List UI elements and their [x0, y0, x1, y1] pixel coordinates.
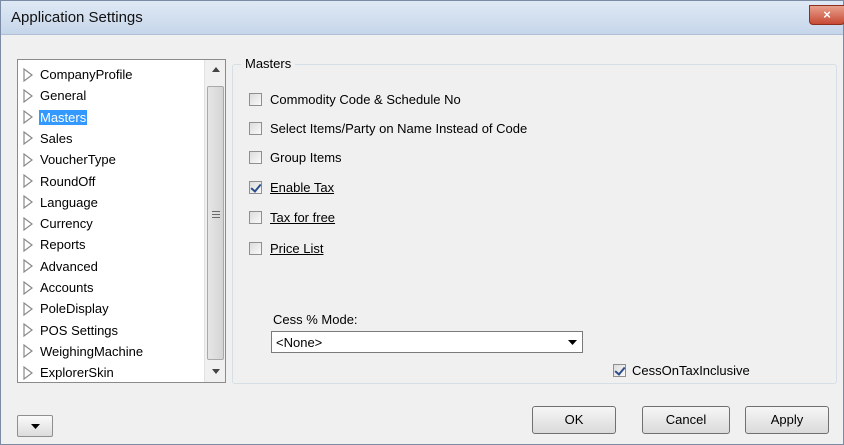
chevron-down-icon[interactable]: [562, 332, 582, 352]
group-items-option[interactable]: Group Items: [249, 150, 342, 165]
tree-item-label: Reports: [40, 237, 86, 253]
cancel-button[interactable]: Cancel: [642, 406, 730, 434]
expand-arrow-icon[interactable]: [22, 152, 34, 167]
expand-arrow-icon[interactable]: [22, 174, 34, 188]
tax-for-free-option[interactable]: Tax for free: [249, 210, 335, 225]
expand-arrow-icon[interactable]: [22, 195, 34, 210]
select-items-label: Select Items/Party on Name Instead of Co…: [270, 121, 528, 136]
expand-arrow-icon[interactable]: [22, 110, 34, 125]
cess-on-tax-inclusive-checkbox[interactable]: [613, 364, 626, 377]
scroll-up-arrow-icon: [211, 67, 220, 72]
tree-item-companyprofile[interactable]: CompanyProfile: [22, 64, 134, 85]
commodity-code-option[interactable]: Commodity Code & Schedule No: [249, 92, 461, 107]
expand-arrow-icon[interactable]: [22, 259, 34, 274]
enable-tax-checkbox[interactable]: [249, 181, 262, 194]
tree-item-masters[interactable]: Masters: [22, 107, 88, 128]
scroll-up-button[interactable]: [205, 60, 225, 80]
tree-item-label: Language: [40, 194, 98, 210]
tree-item-sales[interactable]: Sales: [22, 128, 74, 149]
expand-arrow-icon[interactable]: [22, 216, 34, 231]
tree-item-currency[interactable]: Currency: [22, 213, 94, 234]
scroll-down-button[interactable]: [205, 362, 225, 382]
expand-arrow-icon[interactable]: [22, 131, 34, 146]
title-bar[interactable]: Application Settings ×: [1, 1, 844, 35]
group-title: Masters: [241, 56, 296, 71]
tree-item-label: Masters: [39, 109, 88, 125]
tree-item-label: VoucherType: [40, 152, 116, 168]
triangle-down-icon: [30, 423, 40, 429]
tree-scrollbar[interactable]: [204, 60, 225, 382]
cess-on-tax-inclusive-option[interactable]: CessOnTaxInclusive: [613, 363, 750, 378]
tree-item-label: Sales: [40, 130, 73, 146]
select-items-checkbox[interactable]: [249, 122, 262, 135]
tree-item-label: CompanyProfile: [40, 67, 133, 82]
cess-on-tax-inclusive-label: CessOnTaxInclusive: [632, 363, 750, 378]
tree-item-label: WeighingMachine: [40, 343, 144, 359]
window-title: Application Settings: [11, 9, 143, 26]
enable-tax-option[interactable]: Enable Tax: [249, 180, 334, 195]
expand-arrow-icon[interactable]: [22, 88, 34, 103]
expand-arrow-icon[interactable]: [22, 67, 34, 82]
tree-item-label: Currency: [40, 216, 93, 232]
scroll-down-arrow-icon: [211, 369, 220, 374]
enable-tax-label: Enable Tax: [270, 180, 335, 195]
price-list-checkbox[interactable]: [249, 242, 262, 255]
price-list-option[interactable]: Price List: [249, 241, 323, 256]
close-icon: ×: [823, 7, 831, 22]
tax-for-free-label: Tax for free: [270, 210, 336, 225]
apply-button[interactable]: Apply: [745, 406, 829, 434]
cess-mode-value: <None>: [276, 334, 323, 350]
masters-group: Masters Commodity Code & Schedule No Sel…: [232, 56, 837, 384]
tree-item-general[interactable]: General: [22, 85, 87, 106]
dropdown-menu-button[interactable]: [17, 415, 53, 437]
tree-item-advanced[interactable]: Advanced: [22, 256, 99, 277]
expand-arrow-icon[interactable]: [22, 301, 34, 316]
tree-item-label: POS Settings: [40, 322, 119, 338]
tree-item-poledisplay[interactable]: PoleDisplay: [22, 298, 110, 319]
tree-item-roundoff[interactable]: RoundOff: [22, 171, 96, 192]
tree-item-label: ExplorerSkin: [40, 365, 114, 381]
close-button[interactable]: ×: [809, 5, 844, 25]
tree-item-pos-settings[interactable]: POS Settings: [22, 320, 119, 341]
application-settings-window: Application Settings × CompanyProfile Gen…: [0, 0, 844, 445]
select-items-option[interactable]: Select Items/Party on Name Instead of Co…: [249, 121, 527, 136]
tree-item-label: RoundOff: [40, 173, 96, 189]
grip-icon: [212, 211, 220, 218]
tree-item-vouchertype[interactable]: VoucherType: [22, 149, 117, 170]
commodity-code-checkbox[interactable]: [249, 93, 262, 106]
expand-arrow-icon[interactable]: [22, 365, 34, 380]
tree-item-label: PoleDisplay: [40, 301, 109, 317]
price-list-label: Price List: [270, 241, 324, 256]
tree-item-accounts[interactable]: Accounts: [22, 277, 94, 298]
tree-item-language[interactable]: Language: [22, 192, 99, 213]
tree-item-label: Accounts: [40, 280, 94, 295]
tree-item-explorerskin[interactable]: ExplorerSkin: [22, 362, 115, 382]
commodity-code-label: Commodity Code & Schedule No: [270, 92, 461, 107]
expand-arrow-icon[interactable]: [22, 323, 34, 338]
ok-button[interactable]: OK: [532, 406, 616, 434]
tree-item-reports[interactable]: Reports: [22, 234, 87, 255]
expand-arrow-icon[interactable]: [22, 280, 34, 295]
scroll-thumb[interactable]: [207, 86, 224, 360]
cess-mode-dropdown[interactable]: <None>: [271, 331, 583, 353]
tree-item-label: Advanced: [40, 258, 98, 274]
tax-for-free-checkbox[interactable]: [249, 211, 262, 224]
group-items-checkbox[interactable]: [249, 151, 262, 164]
cess-mode-label: Cess % Mode:: [273, 312, 358, 327]
expand-arrow-icon[interactable]: [22, 237, 34, 252]
expand-arrow-icon[interactable]: [22, 344, 34, 359]
tree-item-label: General: [40, 88, 87, 104]
group-items-label: Group Items: [270, 150, 342, 165]
settings-category-tree[interactable]: CompanyProfile General Masters Sales Voucher…: [17, 59, 226, 383]
tree-item-weighingmachine[interactable]: WeighingMachine: [22, 341, 144, 362]
